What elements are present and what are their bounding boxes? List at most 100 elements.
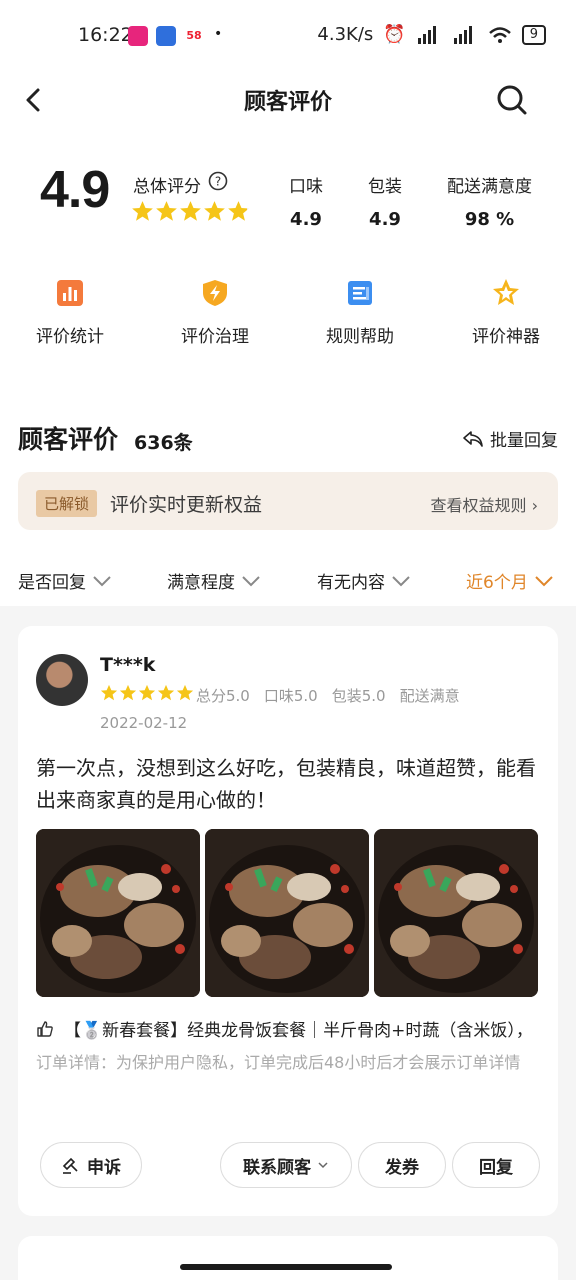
appeal-label: 申诉 (87, 1157, 121, 1178)
sub-score: 口味5.0 (263, 687, 318, 705)
status-indicators: 4.3K/s ⏰ 9 (317, 24, 546, 45)
review-star-rating (100, 684, 194, 702)
review-photo[interactable] (374, 829, 538, 997)
star-icon (100, 684, 118, 701)
contact-customer-label: 联系顾客 (243, 1157, 311, 1178)
metric-packaging: 包装 4.9 (368, 172, 402, 230)
view-benefit-rules-link[interactable]: 查看权益规则 › (431, 492, 539, 516)
reply-arrow-icon (463, 430, 483, 447)
star-icon (132, 201, 153, 221)
issue-coupon-label: 发券 (385, 1157, 419, 1178)
tool-review-assistant[interactable]: 评价神器 (446, 278, 566, 347)
batch-reply-button[interactable]: 批量回复 (462, 426, 558, 451)
metric-label: 配送满意度 (447, 177, 532, 197)
app-notification-icon (128, 26, 148, 46)
food-photo (36, 829, 200, 997)
metric-value: 4.9 (369, 209, 401, 230)
metric-delivery: 配送满意度 98 % (447, 172, 532, 230)
chevron-down-icon (93, 575, 111, 586)
tool-shortcuts: 评价统计 评价治理 规则帮助 评价神器 (0, 278, 576, 348)
filter-label: 满意程度 (167, 573, 235, 593)
shield-bolt-icon (203, 280, 227, 306)
review-text: 第一次点，没想到这么好吃，包装精良，味道超赞，能看出来商家真的是用心做的！ (36, 756, 536, 812)
app-notification-icon: 58 (184, 26, 204, 46)
batch-reply-label: 批量回复 (490, 431, 558, 451)
svg-text:?: ? (215, 175, 221, 189)
dish-name: 【🥈新春套餐】经典龙骨饭套餐｜半斤骨肉+时蔬（含米饭）， (64, 1021, 533, 1041)
tool-label: 评价统计 (36, 327, 104, 347)
page-title: 顾客评价 (243, 90, 332, 115)
overall-score: 4.9 (40, 161, 110, 219)
star-icon (119, 684, 137, 701)
issue-coupon-button[interactable]: 发券 (358, 1142, 446, 1188)
chevron-down-icon (318, 1162, 328, 1169)
document-icon (348, 281, 372, 305)
filter-bar: 是否回复 满意程度 有无内容 近6个月 (0, 562, 576, 598)
filter-reply-status[interactable]: 是否回复 (18, 568, 112, 593)
sub-score: 配送满意 (399, 687, 460, 705)
avatar (36, 654, 88, 706)
bar-chart-icon (57, 280, 83, 306)
tool-review-stats[interactable]: 评价统计 (10, 278, 130, 347)
signal-icon (453, 25, 472, 44)
review-photo[interactable] (36, 829, 200, 997)
filter-time-range[interactable]: 近6个月 (466, 568, 554, 593)
next-review-card (18, 1236, 558, 1280)
banner-text: 评价实时更新权益 (110, 494, 263, 516)
review-date: 2022-02-12 (100, 714, 188, 732)
review-sub-scores: 总分5.0 口味5.0 包装5.0 配送满意 (196, 685, 460, 706)
tool-label: 评价治理 (181, 327, 249, 347)
reviewer-name: T***k (100, 654, 156, 676)
reviews-section-header: 顾客评价 636条 批量回复 (18, 420, 558, 456)
sub-score: 包装5.0 (331, 687, 386, 705)
star-icon (176, 684, 194, 701)
filter-label: 是否回复 (18, 573, 86, 593)
order-detail-note: 订单详情：为保护用户隐私，订单完成后48小时后才会展示订单详情 (36, 1053, 521, 1072)
thumbs-up-icon (37, 1020, 53, 1037)
metric-value: 4.9 (290, 209, 322, 230)
metric-label: 口味 (289, 177, 323, 197)
tool-review-governance[interactable]: 评价治理 (155, 278, 275, 347)
search-icon[interactable] (492, 80, 532, 120)
contact-customer-button[interactable]: 联系顾客 (220, 1142, 352, 1188)
star-icon (156, 201, 177, 221)
star-icon (204, 201, 225, 221)
status-bar: 16:22 58 • 4.3K/s ⏰ 9 (0, 0, 576, 72)
metric-label: 包装 (368, 177, 402, 197)
food-photo (374, 829, 538, 997)
chevron-down-icon (242, 575, 260, 586)
reply-button[interactable]: 回复 (452, 1142, 540, 1188)
chevron-down-icon (535, 575, 553, 586)
benefit-banner[interactable]: 已解锁 评价实时更新权益 查看权益规则 › (18, 472, 558, 530)
section-title: 顾客评价 (18, 425, 119, 454)
network-speed: 4.3K/s (317, 24, 374, 45)
app-notification-icon (156, 26, 176, 46)
filter-satisfaction[interactable]: 满意程度 (167, 568, 261, 593)
star-icon (138, 684, 156, 701)
nav-bar: 顾客评价 (0, 72, 576, 128)
tool-label: 规则帮助 (326, 327, 394, 347)
review-photo[interactable] (205, 829, 369, 997)
star-icon (157, 684, 175, 701)
overall-star-rating (131, 200, 250, 223)
filter-label: 近6个月 (466, 573, 528, 593)
tool-label: 评价神器 (472, 327, 540, 347)
filter-has-content[interactable]: 有无内容 (317, 568, 411, 593)
help-icon[interactable]: ? (208, 171, 228, 191)
overall-score-label: 总体评分 (133, 177, 201, 197)
appeal-button[interactable]: 申诉 (40, 1142, 142, 1188)
review-count: 636条 (134, 432, 193, 454)
filter-label: 有无内容 (317, 573, 385, 593)
metric-taste: 口味 4.9 (289, 172, 323, 230)
star-icon (228, 201, 249, 221)
status-time: 16:22 (78, 24, 133, 46)
wifi-icon (488, 26, 511, 43)
home-indicator[interactable] (180, 1264, 392, 1270)
signal-icon (417, 25, 436, 44)
metric-value: 98 % (464, 209, 515, 230)
ordered-dish: 【🥈新春套餐】经典龙骨饭套餐｜半斤骨肉+时蔬（含米饭）， (36, 1016, 533, 1041)
tool-rules-help[interactable]: 规则帮助 (300, 278, 420, 347)
review-card: T***k 总分5.0 口味5.0 包装5.0 配送满意 2022-02-12 … (18, 626, 558, 1216)
gavel-icon (62, 1157, 78, 1174)
sub-score: 总分5.0 (196, 687, 250, 705)
